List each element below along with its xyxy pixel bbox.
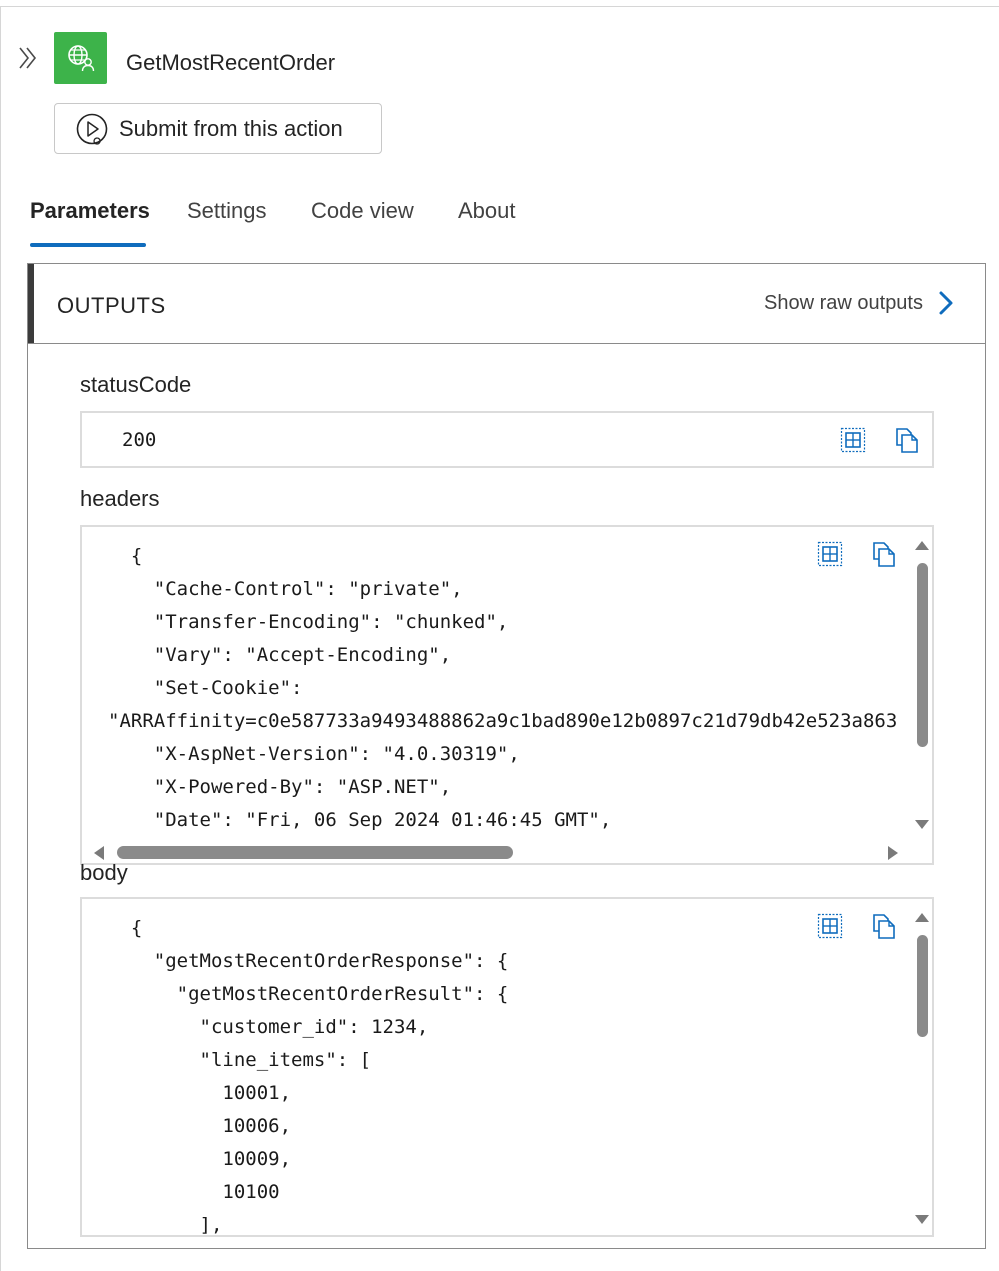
- body-code-box: { "getMostRecentOrderResponse": { "getMo…: [80, 897, 934, 1237]
- status-code-box: 200: [80, 411, 934, 468]
- code-line: "ARRAffinity=c0e587733a9493488862a9c1bad…: [108, 710, 898, 732]
- code-line: "getMostRecentOrderResponse": {: [108, 950, 509, 972]
- scroll-right-arrow[interactable]: [888, 846, 898, 860]
- copy-icon[interactable]: [871, 541, 897, 567]
- code-line: 10006,: [108, 1115, 292, 1137]
- code-line: "Set-Cookie":: [108, 677, 303, 699]
- code-line: "Transfer-Encoding": "chunked",: [108, 611, 509, 633]
- show-raw-outputs-label: Show raw outputs: [764, 291, 923, 314]
- play-circle-icon: [76, 113, 108, 145]
- table-view-icon[interactable]: [817, 541, 843, 567]
- tab-settings[interactable]: Settings: [187, 198, 267, 224]
- scroll-left-arrow[interactable]: [94, 846, 104, 860]
- scroll-up-arrow[interactable]: [915, 541, 929, 550]
- code-line: "getMostRecentOrderResult": {: [108, 983, 509, 1005]
- headers-code: { "Cache-Control": "private", "Transfer-…: [108, 540, 914, 830]
- table-view-icon[interactable]: [817, 913, 843, 939]
- outputs-title: OUTPUTS: [57, 293, 166, 318]
- status-code-label: statusCode: [80, 372, 192, 397]
- chevron-right-icon: [939, 291, 953, 315]
- outputs-header: OUTPUTS Show raw outputs: [28, 264, 985, 344]
- headers-code-box: { "Cache-Control": "private", "Transfer-…: [80, 525, 934, 865]
- vertical-scrollbar-thumb[interactable]: [917, 563, 928, 747]
- horizontal-scrollbar-thumb[interactable]: [117, 846, 513, 859]
- collapse-panel-button[interactable]: [15, 44, 41, 72]
- active-tab-indicator: [30, 243, 146, 247]
- action-title: GetMostRecentOrder: [126, 50, 336, 75]
- scroll-down-arrow[interactable]: [915, 1215, 929, 1224]
- show-raw-outputs-link[interactable]: Show raw outputs: [764, 290, 955, 316]
- globe-person-icon: [67, 45, 94, 72]
- code-line: {: [108, 917, 143, 939]
- body-code: { "getMostRecentOrderResponse": { "getMo…: [108, 912, 914, 1236]
- code-line: 10100: [108, 1181, 280, 1203]
- code-line: {: [108, 545, 143, 567]
- status-code-value: 200: [122, 429, 157, 451]
- copy-icon[interactable]: [871, 913, 897, 939]
- vertical-scrollbar-thumb[interactable]: [917, 935, 928, 1037]
- code-line: 10009,: [108, 1148, 292, 1170]
- tab-parameters[interactable]: Parameters: [30, 198, 150, 224]
- double-chevron-right-icon: [19, 47, 37, 69]
- code-line: ],: [108, 1214, 223, 1236]
- code-line: "X-Powered-By": "ASP.NET",: [108, 776, 452, 798]
- panel-left-border: [0, 6, 1, 1271]
- body-label: body: [80, 860, 128, 885]
- scroll-down-arrow[interactable]: [915, 820, 929, 829]
- code-line: "customer_id": 1234,: [108, 1016, 429, 1038]
- table-view-icon[interactable]: [840, 427, 866, 453]
- submit-button-label: Submit from this action: [119, 115, 343, 141]
- tab-about[interactable]: About: [458, 198, 516, 224]
- panel-top-border: [0, 6, 999, 7]
- submit-from-action-button[interactable]: Submit from this action: [54, 103, 382, 154]
- tab-code-view[interactable]: Code view: [311, 198, 414, 224]
- copy-icon[interactable]: [894, 427, 920, 453]
- code-line: "line_items": [: [108, 1049, 372, 1071]
- headers-label: headers: [80, 486, 160, 511]
- code-line: "X-AspNet-Version": "4.0.30319",: [108, 743, 520, 765]
- scroll-up-arrow[interactable]: [915, 913, 929, 922]
- code-line: "Vary": "Accept-Encoding",: [108, 644, 452, 666]
- section-accent-bar: [28, 264, 34, 343]
- code-line: 10001,: [108, 1082, 292, 1104]
- code-line: "Date": "Fri, 06 Sep 2024 01:46:45 GMT",: [108, 809, 612, 830]
- code-line: "Cache-Control": "private",: [108, 578, 463, 600]
- action-icon: [54, 32, 107, 84]
